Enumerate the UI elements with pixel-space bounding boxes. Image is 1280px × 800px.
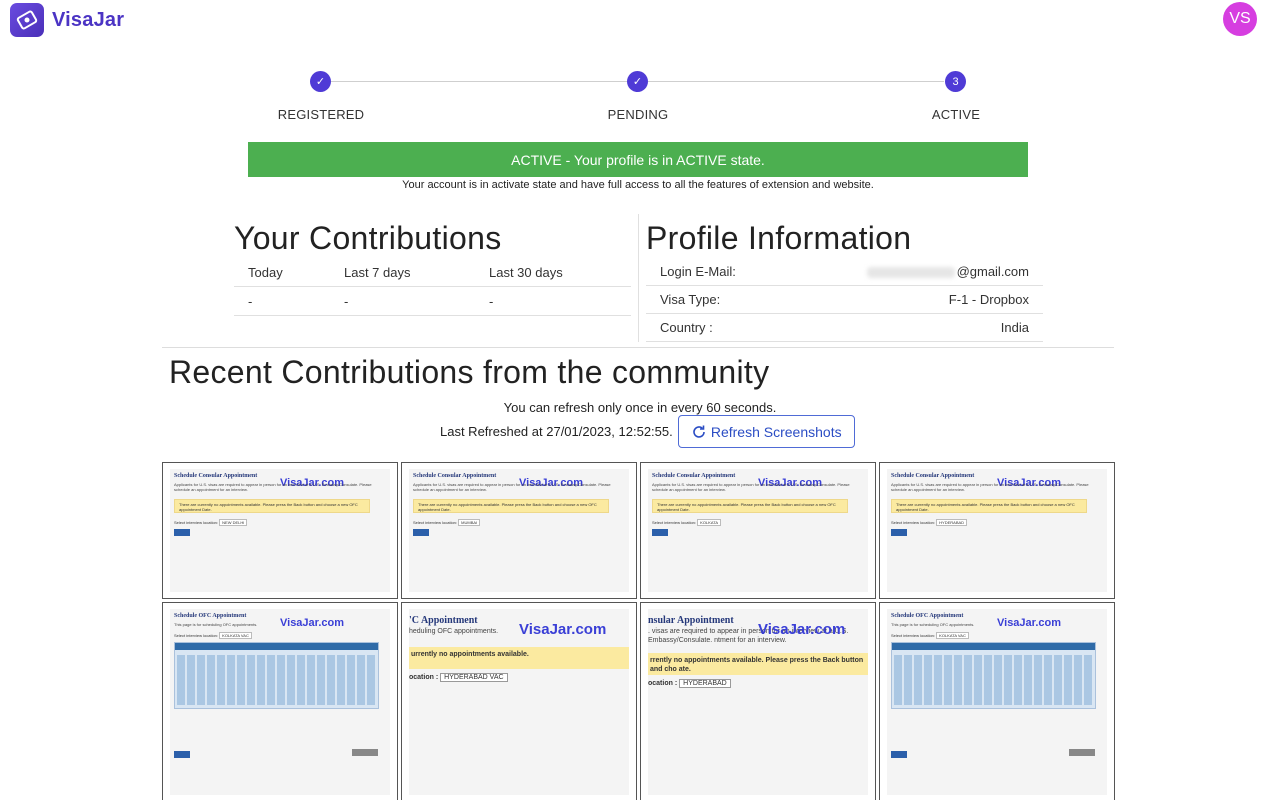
- shot-back-button: [413, 529, 429, 536]
- step-active-number: 3: [945, 71, 966, 92]
- screenshot-image: Schedule Consular Appointment VisaJar.co…: [409, 469, 629, 592]
- last-refreshed-text: Last Refreshed at 27/01/2023, 12:52:55.: [440, 424, 673, 439]
- profile-row-country: Country : India: [646, 314, 1043, 342]
- profile-row-visa-type: Visa Type: F-1 - Dropbox: [646, 286, 1043, 314]
- screenshot-thumb[interactable]: Schedule Consular Appointment VisaJar.co…: [162, 462, 398, 599]
- shot-text: Applicants for U.S. visas are required t…: [891, 482, 1089, 492]
- status-stepper: ✓ ✓ 3 REGISTERED PENDING ACTIVE: [0, 0, 1280, 130]
- shot-title: nsular Appointment: [648, 615, 734, 626]
- shot-title: Schedule Consular Appointment: [652, 473, 736, 479]
- step-label-active: ACTIVE: [931, 107, 981, 122]
- shot-location: Select interview location: MUMBAI: [413, 519, 481, 526]
- shot-back-button: [891, 529, 907, 536]
- shot-back-button: [174, 529, 190, 536]
- step-registered-check-icon: ✓: [310, 71, 331, 92]
- shot-back-button: [174, 751, 190, 758]
- shot-alert: There are currently no appointments avai…: [413, 499, 609, 513]
- redacted-email-mask: [866, 267, 955, 279]
- screenshot-image: 'C Appointment heduling OFC appointments…: [409, 609, 629, 795]
- screenshot-image: Schedule Consular Appointment VisaJar.co…: [887, 469, 1107, 592]
- shot-continue-button: [352, 749, 378, 756]
- shot-text: Applicants for U.S. visas are required t…: [174, 482, 372, 492]
- shot-location: ocation : HYDERABAD VAC: [409, 673, 508, 682]
- contributions-table: Today Last 7 days Last 30 days - - -: [234, 258, 631, 316]
- refresh-row: Last Refreshed at 27/01/2023, 12:52:55. …: [440, 415, 855, 448]
- screenshot-thumb[interactable]: Schedule OFC Appointment VisaJar.com Thi…: [162, 602, 398, 800]
- shot-back-button: [891, 751, 907, 758]
- shot-watermark: VisaJar.com: [758, 621, 846, 638]
- shot-location: Select interview location: KOLKATA VAC: [174, 632, 252, 639]
- shot-continue-button: [1069, 749, 1095, 756]
- shot-calendar: [174, 642, 379, 709]
- contributions-title: Your Contributions: [234, 220, 502, 256]
- shot-location: Select interview location: KOLKATA VAC: [891, 632, 969, 639]
- shot-calendar: [891, 642, 1096, 709]
- value-last-7-days: -: [344, 293, 349, 309]
- value-last-30-days: -: [489, 293, 494, 309]
- screenshot-thumb[interactable]: Schedule Consular Appointment VisaJar.co…: [879, 462, 1115, 599]
- stepper-line-2: [648, 81, 944, 82]
- profile-row-email: Login E-Mail: @gmail.com: [646, 258, 1043, 286]
- shot-text: Applicants for U.S. visas are required t…: [652, 482, 850, 492]
- step-pending-check-icon: ✓: [627, 71, 648, 92]
- community-title: Recent Contributions from the community: [169, 354, 770, 390]
- header-today: Today: [248, 264, 283, 280]
- profile-label-country: Country :: [660, 320, 713, 335]
- shot-title: Schedule Consular Appointment: [174, 473, 258, 479]
- profile-value-email-wrap: @gmail.com: [866, 264, 1029, 279]
- screenshot-thumb[interactable]: Schedule Consular Appointment VisaJar.co…: [401, 462, 637, 599]
- shot-title: Schedule Consular Appointment: [891, 473, 975, 479]
- profile-value-email: @gmail.com: [956, 264, 1029, 279]
- screenshot-image: Schedule Consular Appointment VisaJar.co…: [170, 469, 390, 592]
- screenshot-thumb[interactable]: Schedule OFC Appointment VisaJar.com Thi…: [879, 602, 1115, 800]
- shot-text: Applicants for U.S. visas are required t…: [413, 482, 611, 492]
- profile-table: Login E-Mail: @gmail.com Visa Type: F-1 …: [646, 258, 1043, 342]
- header-last-7-days: Last 7 days: [344, 264, 411, 280]
- shot-back-button: [652, 529, 668, 536]
- value-today: -: [248, 293, 253, 309]
- shot-location: Select interview location: KOLKATA: [652, 519, 722, 526]
- contributions-value-row: - - -: [234, 287, 631, 316]
- status-subtext: Your account is in activate state and ha…: [402, 179, 874, 191]
- community-divider: [162, 347, 1114, 348]
- profile-title: Profile Information: [646, 220, 912, 256]
- shot-title: Schedule OFC Appointment: [174, 613, 247, 619]
- refresh-button-label: Refresh Screenshots: [710, 423, 842, 440]
- step-label-registered: REGISTERED: [277, 107, 365, 122]
- contributions-header-row: Today Last 7 days Last 30 days: [234, 258, 631, 287]
- shot-alert: There are currently no appointments avai…: [174, 499, 370, 513]
- refresh-screenshots-button[interactable]: Refresh Screenshots: [677, 415, 855, 448]
- stepper-line-1: [331, 81, 627, 82]
- screenshot-image: Schedule Consular Appointment VisaJar.co…: [648, 469, 868, 592]
- screenshot-image: Schedule OFC Appointment VisaJar.com Thi…: [170, 609, 390, 795]
- refresh-icon: [693, 425, 705, 438]
- shot-title: 'C Appointment: [409, 615, 478, 626]
- screenshot-thumb[interactable]: Schedule Consular Appointment VisaJar.co…: [640, 462, 876, 599]
- profile-value-visa-type: F-1 - Dropbox: [948, 292, 1029, 307]
- shot-text: This page is for scheduling OFC appointm…: [891, 622, 975, 627]
- status-banner: ACTIVE - Your profile is in ACTIVE state…: [248, 142, 1028, 177]
- shot-alert: There are currently no appointments avai…: [891, 499, 1087, 513]
- shot-watermark: VisaJar.com: [519, 621, 607, 638]
- shot-location: Select interview location: NEW DELHI: [174, 519, 248, 526]
- profile-value-country: India: [1000, 320, 1029, 335]
- step-label-pending: PENDING: [607, 107, 669, 122]
- screenshot-thumb[interactable]: 'C Appointment heduling OFC appointments…: [401, 602, 637, 800]
- shot-title: Schedule OFC Appointment: [891, 613, 964, 619]
- shot-location: Select interview location: HYDERABAD: [891, 519, 968, 526]
- shot-alert: There are currently no appointments avai…: [652, 499, 848, 513]
- shot-text: This page is for scheduling OFC appointm…: [174, 622, 258, 627]
- profile-label-email: Login E-Mail:: [660, 264, 736, 279]
- header-last-30-days: Last 30 days: [489, 264, 563, 280]
- screenshot-thumb[interactable]: nsular Appointment . visas are required …: [640, 602, 876, 800]
- profile-label-visa-type: Visa Type:: [660, 292, 721, 307]
- screenshot-image: Schedule OFC Appointment VisaJar.com Thi…: [887, 609, 1107, 795]
- shot-alert: urrently no appointments available.: [409, 647, 629, 669]
- shot-location: ocation : HYDERABAD: [648, 679, 731, 688]
- refresh-limit-note: You can refresh only once in every 60 se…: [503, 400, 777, 415]
- shot-title: Schedule Consular Appointment: [413, 473, 497, 479]
- shot-alert: rrently no appointments available. Pleas…: [648, 653, 868, 675]
- section-divider: [638, 214, 639, 342]
- screenshot-image: nsular Appointment . visas are required …: [648, 609, 868, 795]
